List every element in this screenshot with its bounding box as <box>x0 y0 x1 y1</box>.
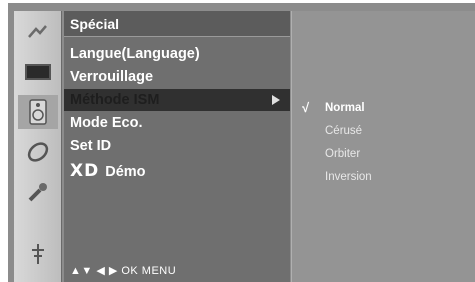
navigation-hint: ▲▼ ◀ ▶ OK MENU <box>70 265 177 277</box>
check-icon: √ <box>302 100 310 115</box>
menu-item-set-id[interactable]: Set ID <box>64 135 290 157</box>
xd-logo: XD <box>70 161 100 181</box>
osd-screen: Spécial Langue(Language) Verrouillage Mé… <box>8 3 475 282</box>
menu-item-xd-demo[interactable]: XD Démo <box>64 158 290 181</box>
ism-submenu: √ Normal Cérusé Orbiter Inversion <box>291 11 475 282</box>
special-menu: Spécial Langue(Language) Verrouillage Mé… <box>64 11 290 282</box>
wrench-icon[interactable] <box>18 175 58 209</box>
menu-item-eco-mode[interactable]: Mode Eco. <box>64 112 290 134</box>
speaker-icon[interactable] <box>18 95 58 129</box>
menu-icon-bar <box>14 11 62 282</box>
submenu-item-orbiter[interactable]: Orbiter <box>292 143 475 165</box>
submenu-item-ceruse[interactable]: Cérusé <box>292 120 475 142</box>
menu-title: Spécial <box>64 11 290 37</box>
picture-icon[interactable] <box>18 15 58 49</box>
clock-icon[interactable] <box>18 135 58 169</box>
menu-item-ism-method[interactable]: Méthode ISM <box>64 89 290 111</box>
submenu-item-inversion[interactable]: Inversion <box>292 166 475 188</box>
arrow-right-icon <box>272 95 280 105</box>
menu-item-lock[interactable]: Verrouillage <box>64 66 290 88</box>
submenu-item-normal[interactable]: √ Normal <box>292 97 475 119</box>
menu-item-language[interactable]: Langue(Language) <box>64 43 290 65</box>
screen-icon[interactable] <box>18 55 58 89</box>
input-icon[interactable] <box>18 237 58 271</box>
